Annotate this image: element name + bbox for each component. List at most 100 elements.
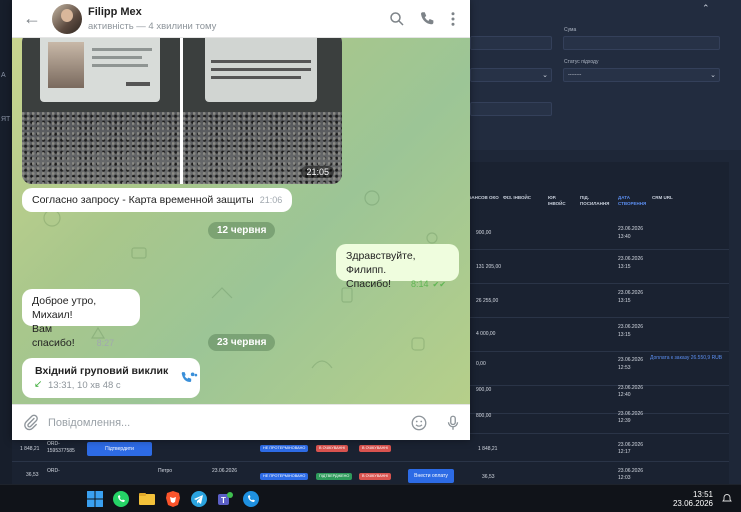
row-time: 13:40 (618, 234, 631, 240)
table-row[interactable]: 900,00 23.06.2026 13:40 (470, 216, 729, 250)
incoming-message[interactable]: Согласно запросу - Карта временной защит… (22, 188, 293, 212)
more-vertical-icon[interactable] (444, 10, 462, 28)
read-checkmark-icon: ✔✔ (432, 280, 446, 289)
brave-browser-icon[interactable] (164, 490, 182, 508)
row-date: 23.06.2026 (618, 226, 644, 232)
message-text: Спасибо! (346, 278, 391, 290)
sum-input[interactable] (563, 36, 720, 50)
sum-label: Сума (564, 27, 577, 33)
file-explorer-icon[interactable] (138, 490, 156, 508)
make-payment-button[interactable]: Внести оплату (408, 469, 454, 483)
column-header[interactable]: ІБАНСОВ ОКО (467, 195, 499, 201)
id-card-image (205, 38, 317, 102)
row-time: 12:53 (618, 365, 631, 371)
skype-icon[interactable] (242, 490, 260, 508)
row-amount: 26 255,00 (476, 298, 499, 304)
row-date: 23.06.2026 (618, 290, 644, 296)
incoming-message[interactable]: Доброе утро, Михаил! Вам спасибо! 8:27 (22, 289, 140, 349)
table-row[interactable]: 36,53 ORD- Петро 23.06.2026 НЕ ПРОТЕРМІН… (12, 464, 729, 484)
message-time: 21:05 (301, 166, 334, 178)
row-order-code[interactable]: ORD-1595377585 (47, 441, 83, 455)
status-badge: ПІДТВЕРДЖЕНО (316, 473, 353, 480)
row-time: 13:15 (618, 332, 631, 338)
row-order-code[interactable]: ORD- (47, 468, 60, 475)
telegram-icon[interactable] (190, 490, 208, 508)
chat-header: ← Filipp Mex активність — 4 хвилини тому (12, 0, 470, 38)
photo-id-card-back[interactable]: 21:05 (183, 38, 342, 184)
message-time: 8:14 (411, 279, 429, 289)
attach-paperclip-icon[interactable] (22, 414, 40, 432)
row-amount: 800,00 (476, 413, 492, 419)
call-meta: 13:31, 10 хв 48 с (48, 380, 121, 391)
sidebar-item[interactable]: ЯТ (1, 116, 10, 123)
row-amount: 36,53 (26, 472, 39, 478)
telegram-window: ← Filipp Mex активність — 4 хвилини тому (12, 0, 470, 440)
row-date: 23.06.2026 (618, 357, 644, 363)
system-clock[interactable]: 13:51 23.06.2026 (673, 490, 713, 508)
clock-date: 23.06.2026 (672, 499, 713, 508)
row-amount: 1 848,21 (20, 446, 40, 452)
back-arrow-icon[interactable]: ← (22, 9, 42, 29)
chat-status: активність — 4 хвилини тому (88, 21, 217, 32)
status-label: Статус підходу (564, 59, 599, 65)
notification-bell-icon[interactable] (721, 493, 733, 505)
row-time: 12:03 (618, 475, 631, 481)
column-header-date[interactable]: ДАТА СТВОРЕННЯ (618, 195, 648, 207)
message-composer (12, 404, 470, 440)
filter-select[interactable]: ⌄ (470, 68, 552, 82)
row-amount: 900,00 (476, 230, 492, 236)
message-time: 8:27 (96, 338, 115, 348)
row-amount: 36,53 (482, 474, 495, 480)
column-header[interactable]: ПІД. ПОСИЛАННЯ (580, 195, 614, 207)
table-row[interactable]: 1 848,21 ORD-1595377585 Підтвердити НЕ П… (12, 438, 729, 462)
row-date: 23.06.2026 (212, 468, 238, 474)
filter-input[interactable] (470, 102, 552, 116)
status-select[interactable]: -------- ⌄ (563, 68, 720, 82)
date-separator: 23 червня (208, 334, 276, 351)
outgoing-message[interactable]: Здравствуйте, Филипп. Спасибо! 8:14 ✔✔ (336, 244, 459, 290)
message-text: Здравствуйте, Филипп. (346, 250, 416, 276)
message-input[interactable] (48, 413, 408, 433)
date-separator: 12 червня (208, 222, 276, 239)
avatar[interactable] (52, 4, 82, 34)
table-row[interactable]: 26 255,00 23.06.2026 13:15 (470, 284, 729, 318)
status-badge: В ОЧІКУВАННІ (359, 473, 392, 480)
windows-start-icon[interactable] (86, 490, 104, 508)
group-call-icon[interactable] (180, 370, 198, 386)
collapse-chevron-icon[interactable]: ⌃ (702, 3, 710, 14)
chat-area[interactable]: 21:05 Согласно запросу - Карта временной… (12, 38, 470, 404)
row-amount: 900,00 (476, 387, 492, 393)
group-call-message[interactable]: Вхідний груповий виклик ↙ 13:31, 10 хв 4… (22, 358, 200, 398)
taskbar: T 13:51 23.06.2026 (0, 484, 741, 512)
message-time: 21:06 (259, 195, 283, 205)
row-date: 23.06.2026 (618, 385, 644, 391)
row-date: 23.06.2026 (618, 468, 644, 474)
search-icon[interactable] (388, 10, 406, 28)
microphone-icon[interactable] (444, 414, 462, 432)
status-badge: НЕ ПРОТЕРМІНОВАНО (260, 473, 309, 480)
phone-call-icon[interactable] (418, 10, 436, 28)
table-row[interactable]: 800,00 23.06.2026 12:39 (470, 408, 729, 434)
row-name: Петро (158, 468, 173, 474)
sidebar-item[interactable]: А (1, 72, 6, 79)
filter-input[interactable] (470, 36, 552, 50)
table-row[interactable]: 131 205,00 23.06.2026 13:15 (470, 250, 729, 284)
column-header[interactable]: CRM URL (652, 195, 673, 201)
row-note-link[interactable]: Доплата к заказу 26.550,9 RUB (650, 355, 726, 362)
id-card-image (40, 38, 160, 102)
column-header[interactable]: ФІЗ. ІНВОЙС (503, 195, 531, 201)
chat-name[interactable]: Filipp Mex (88, 6, 142, 18)
table-row[interactable]: 4 000,00 23.06.2026 13:15 (470, 318, 729, 352)
status-badge: В ОЧІКУВАННІ (316, 445, 349, 452)
emoji-icon[interactable] (410, 414, 428, 432)
clock-time: 13:51 (692, 490, 713, 499)
photo-id-card-front[interactable] (22, 38, 180, 184)
confirm-button[interactable]: Підтвердити (87, 442, 152, 456)
row-date: 23.06.2026 (618, 411, 644, 417)
photo-message[interactable]: 21:05 (22, 38, 342, 184)
teams-icon[interactable]: T (216, 490, 234, 508)
column-header[interactable]: ЮР. ІНВОЙС (548, 195, 568, 207)
row-time: 12:17 (618, 449, 631, 455)
row-time: 13:15 (618, 298, 631, 304)
whatsapp-icon[interactable] (112, 490, 130, 508)
